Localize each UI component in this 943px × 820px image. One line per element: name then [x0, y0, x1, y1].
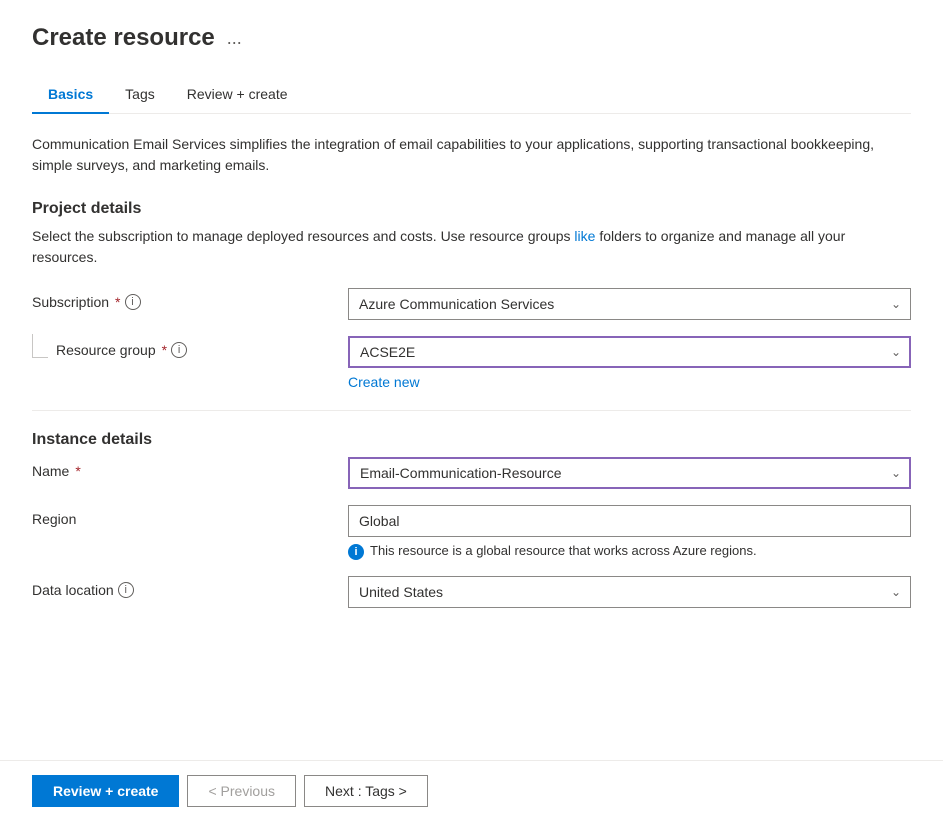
divider: [32, 410, 911, 411]
ellipsis-button[interactable]: ...: [223, 26, 246, 51]
subscription-label: Subscription * i: [32, 294, 332, 310]
description-text: Communication Email Services simplifies …: [32, 134, 911, 176]
subscription-required: *: [115, 294, 120, 310]
region-info-circle-icon: i: [348, 544, 364, 560]
data-location-info-icon[interactable]: i: [118, 582, 134, 598]
rg-indent: Resource group * i: [32, 342, 332, 358]
tab-review-create[interactable]: Review + create: [171, 76, 304, 114]
instance-details-section: Instance details Name * Email-Communicat…: [32, 431, 911, 608]
name-required: *: [75, 463, 80, 479]
page-title: Create resource: [32, 24, 215, 52]
previous-button[interactable]: < Previous: [187, 775, 296, 807]
project-details-subtitle: Select the subscription to manage deploy…: [32, 226, 911, 268]
resource-group-label: Resource group * i: [56, 342, 187, 358]
create-new-link[interactable]: Create new: [348, 374, 420, 390]
resource-group-row: Resource group * i ACSE2E ⌄ Create new: [32, 336, 911, 390]
region-label: Region: [32, 511, 332, 527]
project-details-title: Project details: [32, 200, 911, 218]
project-details-section: Project details Select the subscription …: [32, 200, 911, 390]
subscription-control-col: Azure Communication Services ⌄: [348, 288, 911, 320]
name-select[interactable]: Email-Communication-Resource: [348, 457, 911, 489]
resource-group-select[interactable]: ACSE2E: [348, 336, 911, 368]
subscription-row: Subscription * i Azure Communication Ser…: [32, 288, 911, 320]
region-label-col: Region: [32, 505, 332, 527]
subscription-select-wrapper: Azure Communication Services ⌄: [348, 288, 911, 320]
resource-group-select-wrapper: ACSE2E ⌄: [348, 336, 911, 368]
bottom-bar: Review + create < Previous Next : Tags >: [0, 760, 943, 820]
data-location-label-col: Data location i: [32, 576, 332, 598]
name-label: Name *: [32, 463, 332, 479]
next-tags-button[interactable]: Next : Tags >: [304, 775, 428, 807]
data-location-label: Data location i: [32, 582, 332, 598]
data-location-select[interactable]: United States: [348, 576, 911, 608]
name-control-col: Email-Communication-Resource ⌄: [348, 457, 911, 489]
name-row: Name * Email-Communication-Resource ⌄: [32, 457, 911, 489]
region-input[interactable]: [348, 505, 911, 537]
data-location-control-col: United States ⌄: [348, 576, 911, 608]
data-location-row: Data location i United States ⌄: [32, 576, 911, 608]
instance-details-title: Instance details: [32, 431, 911, 449]
resource-group-label-col: Resource group * i: [32, 336, 332, 358]
region-row: Region i This resource is a global resou…: [32, 505, 911, 560]
name-select-wrapper: Email-Communication-Resource ⌄: [348, 457, 911, 489]
tab-tags[interactable]: Tags: [109, 76, 171, 114]
region-info-row: i This resource is a global resource tha…: [348, 543, 911, 560]
name-label-col: Name *: [32, 457, 332, 479]
data-location-select-wrapper: United States ⌄: [348, 576, 911, 608]
resource-group-control-col: ACSE2E ⌄ Create new: [348, 336, 911, 390]
review-create-button[interactable]: Review + create: [32, 775, 179, 807]
tab-bar: Basics Tags Review + create: [32, 76, 911, 114]
tab-basics[interactable]: Basics: [32, 76, 109, 114]
subscription-label-col: Subscription * i: [32, 288, 332, 310]
page-header: Create resource ...: [32, 24, 911, 52]
subscription-info-icon[interactable]: i: [125, 294, 141, 310]
resource-group-info-icon[interactable]: i: [171, 342, 187, 358]
region-control-col: i This resource is a global resource tha…: [348, 505, 911, 560]
rg-line: [32, 334, 48, 358]
region-info-text: This resource is a global resource that …: [370, 543, 757, 558]
resource-group-required: *: [162, 342, 167, 358]
subscription-select[interactable]: Azure Communication Services: [348, 288, 911, 320]
